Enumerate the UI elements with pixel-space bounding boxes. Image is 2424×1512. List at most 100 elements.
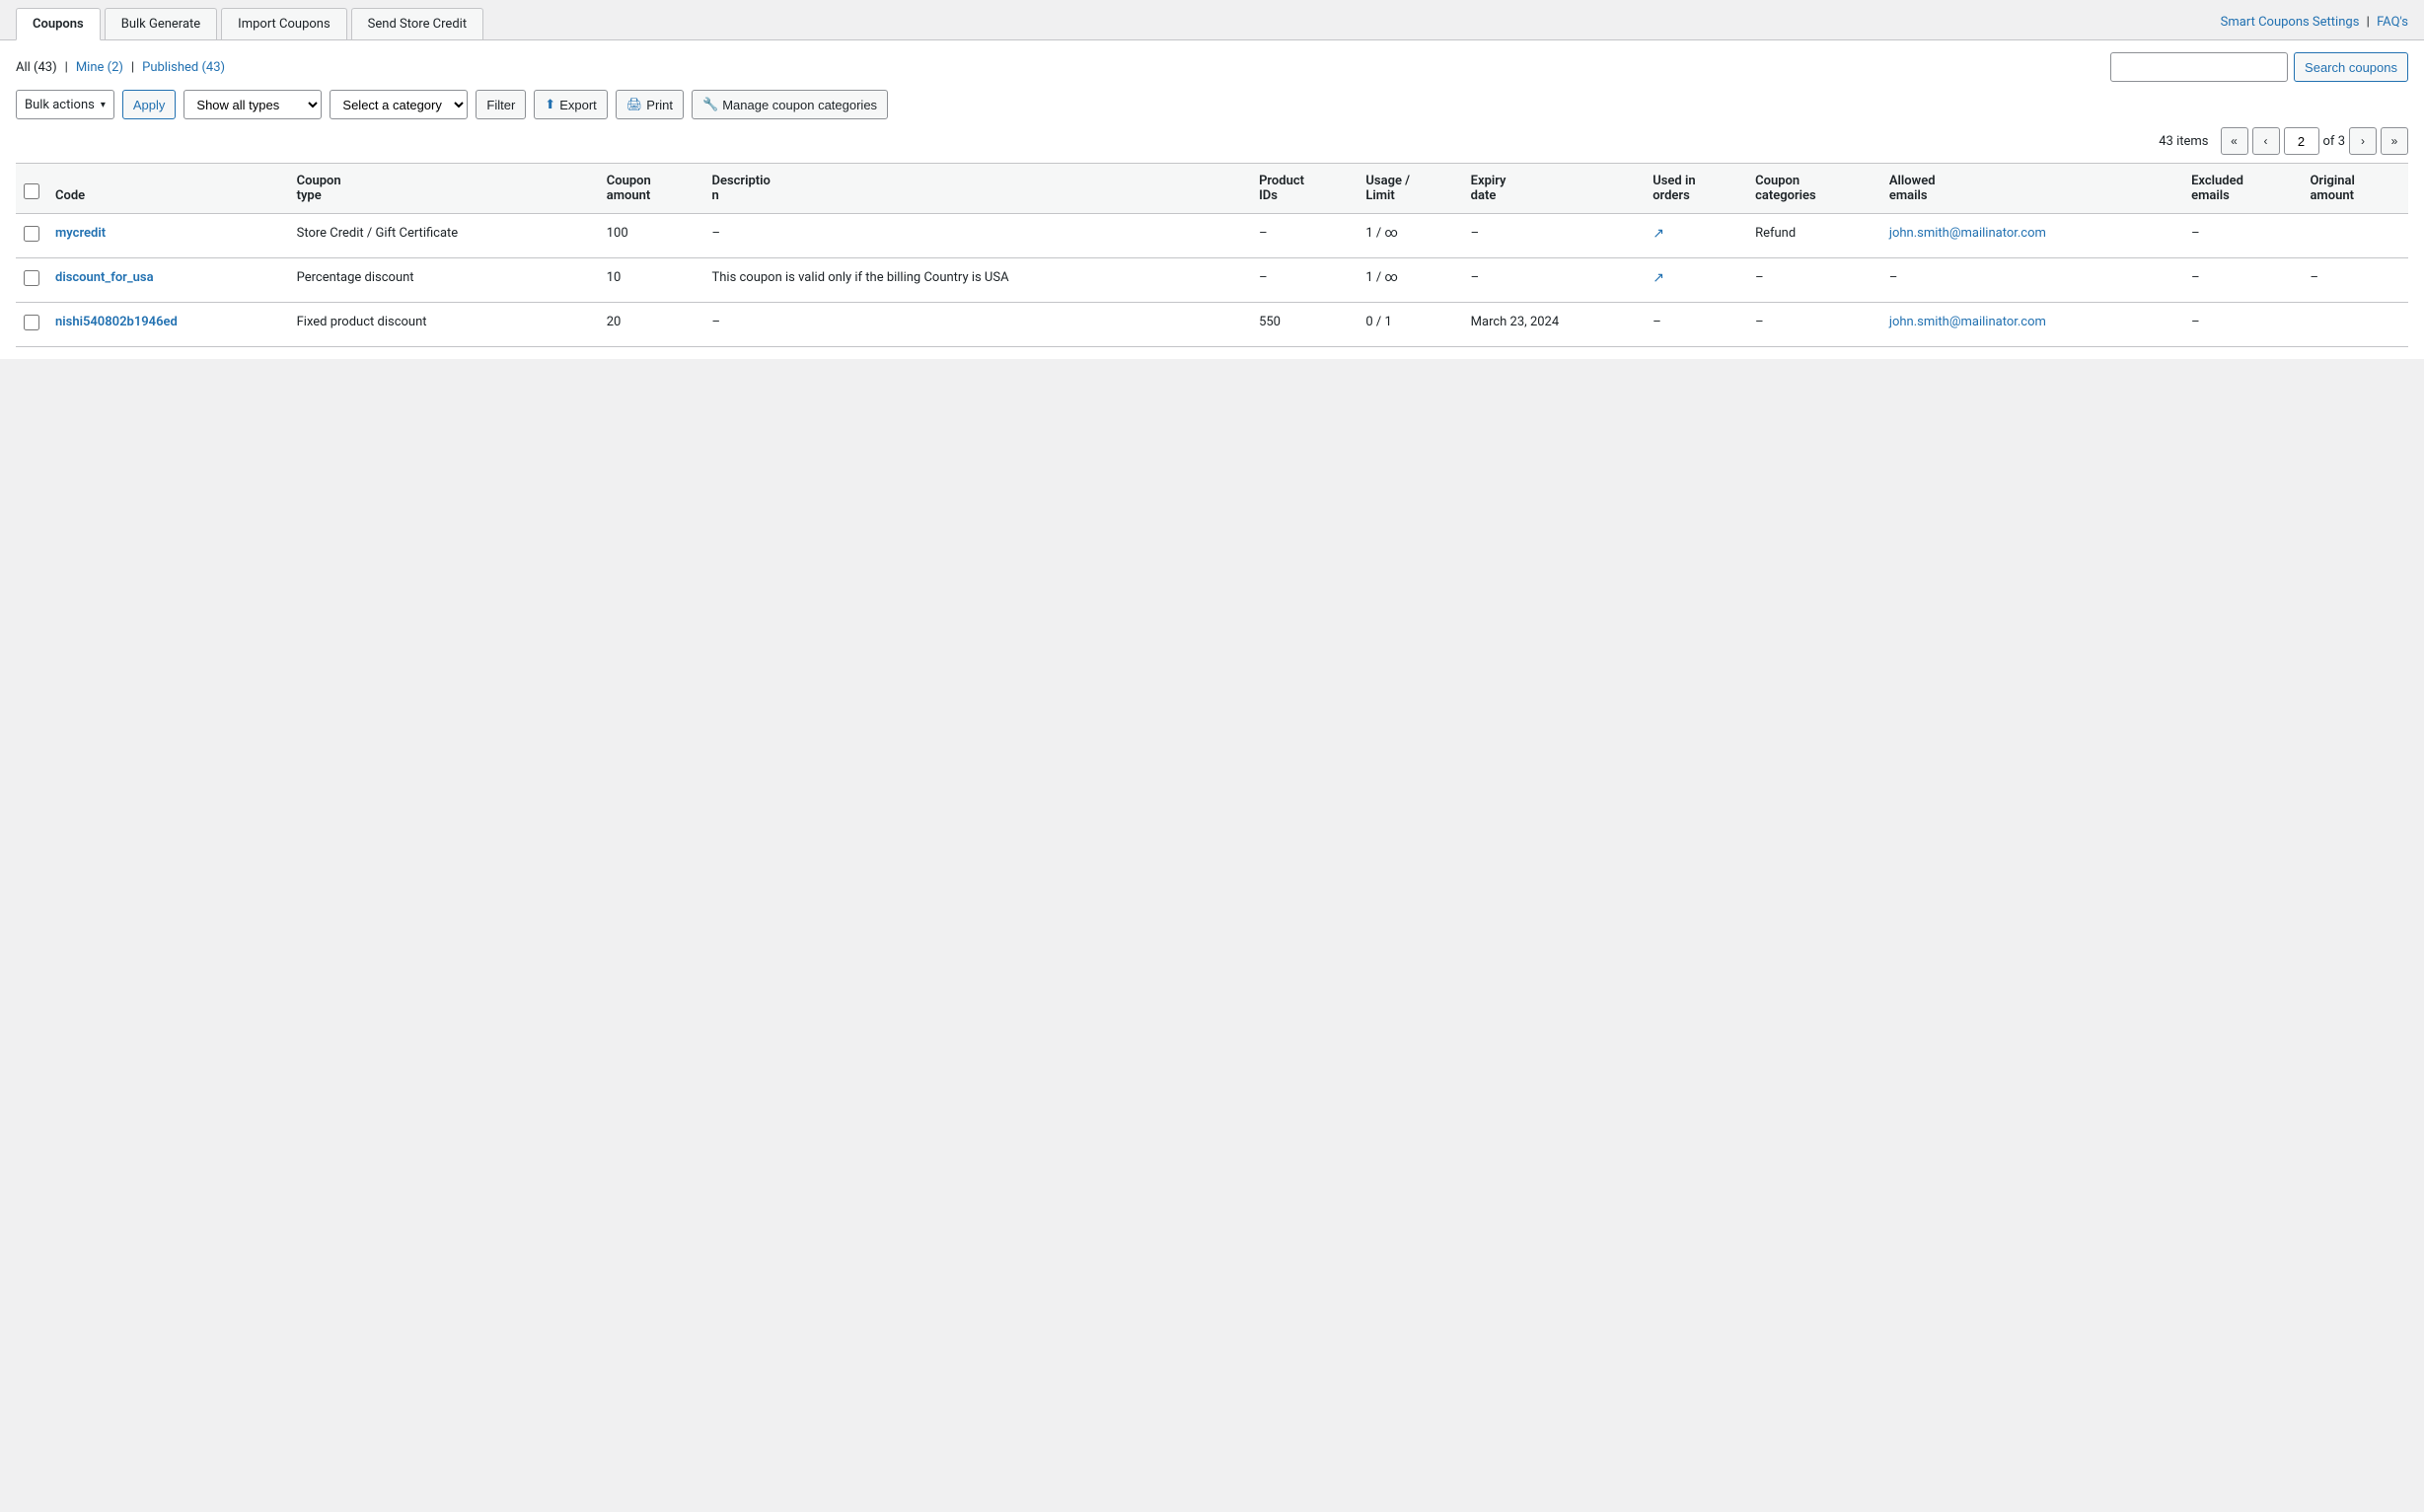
filter-published-label: Published [142, 60, 198, 75]
print-icon: 🖨 [626, 97, 643, 112]
filter-all-link[interactable]: All (43) [16, 60, 57, 75]
bulk-actions-dropdown[interactable]: Bulk actions ▾ [16, 90, 114, 119]
filter-mine-link[interactable]: Mine (2) [76, 60, 123, 75]
filter-top-row: All (43) | Mine (2) | Published (43) Sea… [16, 52, 2408, 82]
apply-button[interactable]: Apply [122, 90, 177, 119]
print-button[interactable]: 🖨 Print [616, 90, 684, 119]
row2-description: This coupon is valid only if the billing… [703, 258, 1251, 303]
col-allowed-emails: Allowedemails [1881, 164, 2183, 214]
table-row: nishi540802b1946ed Fixed product discoun… [16, 303, 2408, 347]
search-area: Search coupons [2110, 52, 2408, 82]
of-pages-label: of 3 [2323, 134, 2345, 149]
coupons-table: Code Coupontype Couponamount Description… [16, 163, 2408, 347]
tab-coupons[interactable]: Coupons [16, 8, 101, 40]
next-page-button[interactable]: › [2349, 127, 2377, 155]
row3-allowed-emails: john.smith@mailinator.com [1881, 303, 2183, 347]
row3-coupon-amount: 20 [599, 303, 704, 347]
row2-checkbox[interactable] [24, 270, 39, 286]
row1-coupon-type: Store Credit / Gift Certificate [289, 214, 599, 258]
row2-code-link[interactable]: discount_for_usa [55, 270, 154, 285]
row1-usage-limit: 1 / ∞ [1358, 214, 1462, 258]
col-coupon-type: Coupontype [289, 164, 599, 214]
actions-bar: Bulk actions ▾ Apply Show all types Sele… [16, 90, 2408, 119]
row1-product-ids: – [1251, 214, 1358, 258]
table-row: discount_for_usa Percentage discount 10 … [16, 258, 2408, 303]
category-filter-select[interactable]: Select a category [330, 90, 468, 119]
row1-description: – [703, 214, 1251, 258]
row3-product-ids: 550 [1251, 303, 1358, 347]
row2-allowed-emails: – [1881, 258, 2183, 303]
row3-checkbox-cell [16, 303, 47, 347]
row2-coupon-type: Percentage discount [289, 258, 599, 303]
table-row: mycredit Store Credit / Gift Certificate… [16, 214, 2408, 258]
page-number-input[interactable] [2284, 127, 2319, 155]
row1-excluded-emails: – [2183, 214, 2302, 258]
manage-categories-button[interactable]: 🔧 Manage coupon categories [692, 90, 888, 119]
row1-checkbox[interactable] [24, 226, 39, 242]
faq-link[interactable]: FAQ's [2377, 15, 2408, 30]
tab-import-coupons[interactable]: Import Coupons [221, 8, 347, 39]
filter-sep2: | [131, 60, 134, 75]
row3-checkbox[interactable] [24, 315, 39, 330]
print-label: Print [646, 98, 673, 112]
row2-checkbox-cell [16, 258, 47, 303]
row2-expiry-date: – [1463, 258, 1646, 303]
export-label: Export [559, 98, 597, 112]
filter-links: All (43) | Mine (2) | Published (43) [16, 60, 225, 75]
tab-bulk-generate[interactable]: Bulk Generate [105, 8, 217, 39]
prev-page-button[interactable]: ‹ [2252, 127, 2280, 155]
filter-published-link[interactable]: Published (43) [142, 60, 225, 75]
type-filter-select[interactable]: Show all types [184, 90, 322, 119]
row2-coupon-categories: – [1747, 258, 1881, 303]
col-used-in-orders: Used inorders [1645, 164, 1747, 214]
row1-coupon-amount: 100 [599, 214, 704, 258]
row2-excluded-emails: – [2183, 258, 2302, 303]
search-button[interactable]: Search coupons [2294, 52, 2408, 82]
external-link-icon[interactable]: ↗︎ [1653, 226, 1664, 242]
export-button[interactable]: ⬆ Export [534, 90, 607, 119]
col-product-ids: ProductIDs [1251, 164, 1358, 214]
col-usage-limit: Usage /Limit [1358, 164, 1462, 214]
row2-coupon-amount: 10 [599, 258, 704, 303]
row3-coupon-type: Fixed product discount [289, 303, 599, 347]
row3-allowed-email-link[interactable]: john.smith@mailinator.com [1889, 315, 2046, 329]
tab-send-store-credit[interactable]: Send Store Credit [351, 8, 483, 39]
row3-expiry-date: March 23, 2024 [1463, 303, 1646, 347]
col-coupon-amount: Couponamount [599, 164, 704, 214]
first-page-button[interactable]: « [2221, 127, 2248, 155]
wrench-icon: 🔧 [702, 97, 718, 112]
row1-allowed-email-link[interactable]: john.smith@mailinator.com [1889, 226, 2046, 241]
filter-all-label: All [16, 60, 31, 75]
row1-expiry-date: – [1463, 214, 1646, 258]
filter-all-count: (43) [34, 60, 57, 75]
row1-used-in-orders: ↗︎ [1645, 214, 1747, 258]
select-all-checkbox[interactable] [24, 183, 39, 199]
filter-button[interactable]: Filter [476, 90, 526, 119]
pagination-bar: 43 items « ‹ of 3 › » [16, 127, 2408, 155]
row1-code-link[interactable]: mycredit [55, 226, 106, 241]
main-content: All (43) | Mine (2) | Published (43) Sea… [0, 40, 2424, 359]
smart-coupons-settings-link[interactable]: Smart Coupons Settings [2221, 15, 2360, 30]
row1-code: mycredit [47, 214, 289, 258]
row2-original-amount: – [2302, 258, 2408, 303]
row3-code: nishi540802b1946ed [47, 303, 289, 347]
row3-code-link[interactable]: nishi540802b1946ed [55, 315, 178, 329]
search-input[interactable] [2110, 52, 2288, 82]
external-link-icon[interactable]: ↗︎ [1653, 270, 1664, 286]
row2-used-in-orders: ↗︎ [1645, 258, 1747, 303]
tabs-bar: Coupons Bulk Generate Import Coupons Sen… [0, 0, 2424, 40]
row3-excluded-emails: – [2183, 303, 2302, 347]
col-description: Description [703, 164, 1251, 214]
manage-label: Manage coupon categories [722, 98, 877, 112]
row2-usage-limit: 1 / ∞ [1358, 258, 1462, 303]
col-expiry-date: Expirydate [1463, 164, 1646, 214]
row3-original-amount [2302, 303, 2408, 347]
col-original-amount: Originalamount [2302, 164, 2408, 214]
items-count: 43 items [2159, 134, 2208, 149]
row2-code: discount_for_usa [47, 258, 289, 303]
row1-checkbox-cell [16, 214, 47, 258]
col-coupon-categories: Couponcategories [1747, 164, 1881, 214]
filter-published-count: (43) [201, 60, 225, 75]
row1-original-amount [2302, 214, 2408, 258]
last-page-button[interactable]: » [2381, 127, 2408, 155]
